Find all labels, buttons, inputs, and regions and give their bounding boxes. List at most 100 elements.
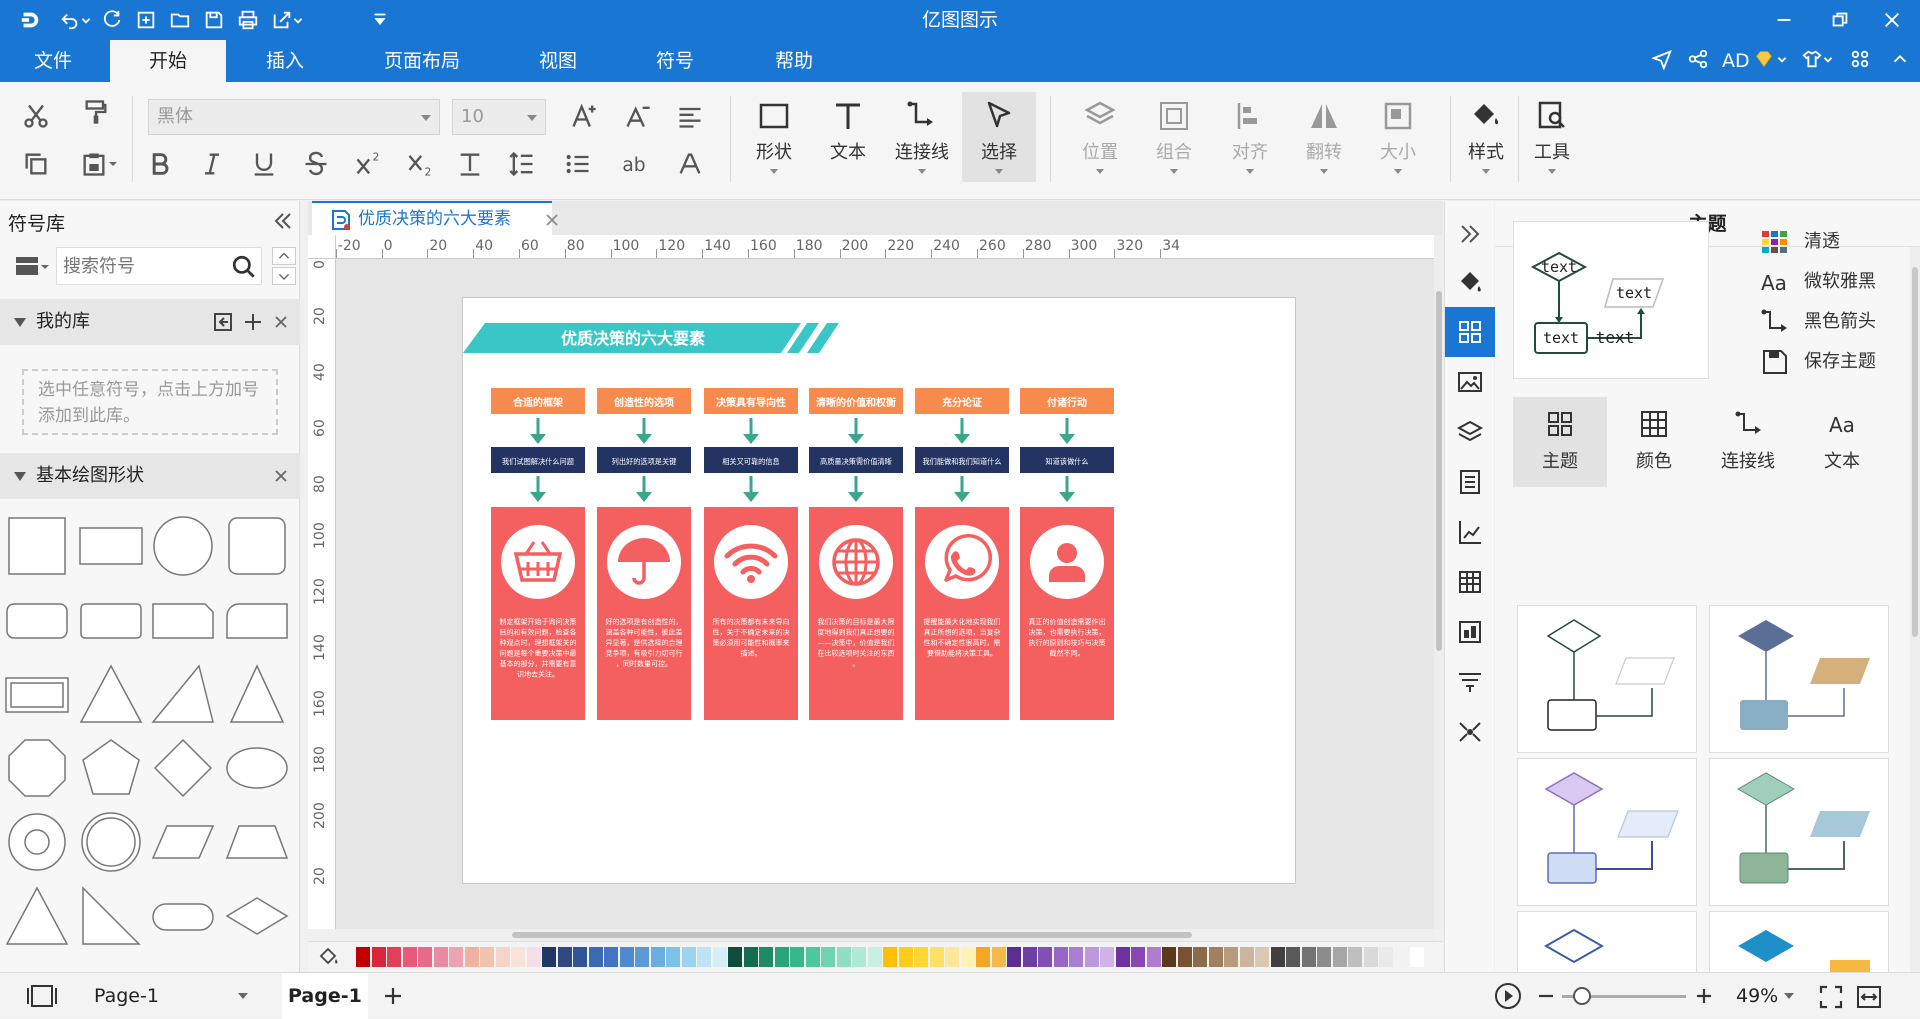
menu-help[interactable]: 帮助 xyxy=(748,40,840,82)
menu-file[interactable]: 文件 xyxy=(14,40,92,82)
color-swatch[interactable] xyxy=(1038,947,1052,967)
tab-connector[interactable]: 连接线 xyxy=(1701,397,1795,487)
color-swatch[interactable] xyxy=(1069,947,1083,967)
shape-circle[interactable] xyxy=(150,513,216,579)
user-dropdown-icon[interactable] xyxy=(1776,45,1788,73)
shape-double-rectangle[interactable] xyxy=(4,661,70,727)
theme-option-clear[interactable]: 清透 xyxy=(1760,225,1840,259)
expand-panel-icon[interactable] xyxy=(1445,209,1495,259)
shape-stadium[interactable] xyxy=(150,883,216,949)
user-name[interactable]: AD xyxy=(1722,40,1750,82)
color-swatch[interactable] xyxy=(1301,947,1316,967)
text-align-icon[interactable] xyxy=(672,98,708,134)
color-swatch[interactable] xyxy=(929,947,944,967)
collapse-ribbon-icon[interactable] xyxy=(1886,45,1914,73)
shape-double-circle[interactable] xyxy=(78,809,144,875)
color-swatch[interactable] xyxy=(402,947,417,967)
color-swatch[interactable] xyxy=(1146,947,1161,967)
chart-icon[interactable] xyxy=(1445,507,1495,557)
color-swatch[interactable] xyxy=(542,947,556,967)
theme-card-2[interactable] xyxy=(1709,605,1889,753)
shape-triangle-2[interactable] xyxy=(4,883,70,949)
undo-dropdown-icon[interactable] xyxy=(80,6,92,34)
page-view-icon[interactable] xyxy=(26,983,58,1009)
shape-rounded-rectangle-2[interactable] xyxy=(78,587,144,653)
strikethrough-icon[interactable] xyxy=(298,146,334,182)
menu-symbol[interactable]: 符号 xyxy=(630,40,720,82)
color-swatch[interactable] xyxy=(867,947,882,967)
color-swatch[interactable] xyxy=(728,947,742,967)
text-style-icon[interactable] xyxy=(452,146,488,182)
color-swatch[interactable] xyxy=(759,947,773,967)
tab-color[interactable]: 颜色 xyxy=(1607,397,1701,487)
data-icon[interactable] xyxy=(1445,607,1495,657)
color-swatch[interactable] xyxy=(1224,947,1238,967)
format-painter-icon[interactable] xyxy=(78,94,114,130)
color-swatch[interactable] xyxy=(743,947,758,967)
color-swatch[interactable] xyxy=(666,947,680,967)
select-tool-button[interactable]: 选择 xyxy=(962,92,1036,182)
theme-panel-scroll-thumb[interactable] xyxy=(1912,267,1918,637)
color-swatch[interactable] xyxy=(464,947,479,967)
close-window-icon[interactable] xyxy=(1878,6,1906,34)
color-swatch[interactable] xyxy=(852,947,866,967)
style-button[interactable]: 样式 xyxy=(1454,92,1518,182)
color-swatch[interactable] xyxy=(960,947,975,967)
color-swatch[interactable] xyxy=(1022,947,1037,967)
color-swatch[interactable] xyxy=(1131,947,1145,967)
vip-diamond-icon[interactable] xyxy=(1750,45,1778,73)
color-swatch[interactable] xyxy=(1255,947,1269,967)
scroll-up-icon[interactable] xyxy=(272,247,296,265)
shape-isosceles-triangle[interactable] xyxy=(224,661,290,727)
layers-icon[interactable] xyxy=(1445,407,1495,457)
shape-parallelogram[interactable] xyxy=(150,809,216,875)
add-page-icon[interactable] xyxy=(382,985,404,1007)
vertical-scrollbar[interactable] xyxy=(1434,235,1444,929)
tab-theme[interactable]: 主题 xyxy=(1513,397,1607,487)
apps-grid-icon[interactable] xyxy=(1846,45,1874,73)
color-swatch[interactable] xyxy=(883,947,897,967)
import-icon[interactable] xyxy=(212,311,234,333)
zoom-level[interactable]: 49% xyxy=(1736,973,1778,1019)
size-button[interactable]: 大小 xyxy=(1366,92,1430,182)
page-selector[interactable]: Page-1 xyxy=(94,973,159,1019)
shape-right-triangle[interactable] xyxy=(78,883,144,949)
app-logo-icon[interactable] xyxy=(16,6,44,34)
color-swatch[interactable] xyxy=(697,947,711,967)
color-swatch[interactable] xyxy=(1363,947,1378,967)
diagram-page[interactable]: 优质决策的六大要素 合适的框架 我们试图解决什么问题 制定框架开始于询问决策目的和有… xyxy=(462,297,1296,884)
color-swatch[interactable] xyxy=(1286,947,1300,967)
open-folder-icon[interactable] xyxy=(166,6,194,34)
tools-button[interactable]: 工具 xyxy=(1520,92,1584,182)
color-swatch[interactable] xyxy=(805,947,820,967)
underline-icon[interactable] xyxy=(246,146,282,182)
color-swatch[interactable] xyxy=(991,947,1006,967)
color-swatch[interactable] xyxy=(635,947,649,967)
increase-font-icon[interactable] xyxy=(566,98,602,134)
shape-rounded-square[interactable] xyxy=(224,513,290,579)
shape-right-slant-triangle[interactable] xyxy=(150,661,216,727)
close-tab-icon[interactable] xyxy=(544,212,560,228)
collapse-panel-icon[interactable] xyxy=(270,209,294,233)
library-menu-icon[interactable] xyxy=(14,251,50,281)
color-swatch[interactable] xyxy=(588,947,603,967)
shape-round-corner-rectangle[interactable] xyxy=(224,587,290,653)
color-swatch[interactable] xyxy=(650,947,665,967)
line-spacing-icon[interactable] xyxy=(504,146,540,182)
table-icon[interactable] xyxy=(1445,557,1495,607)
menu-view[interactable]: 视图 xyxy=(510,40,606,82)
color-swatch[interactable] xyxy=(1317,947,1331,967)
presentation-icon[interactable] xyxy=(1445,657,1495,707)
color-swatch[interactable] xyxy=(1270,947,1285,967)
color-swatch[interactable] xyxy=(387,947,401,967)
share-icon[interactable] xyxy=(1684,45,1712,73)
color-swatch[interactable] xyxy=(604,947,618,967)
title-banner[interactable]: 优质决策的六大要素 xyxy=(463,323,839,353)
color-swatch[interactable] xyxy=(573,947,587,967)
color-swatch[interactable] xyxy=(1007,947,1021,967)
theme-card-5[interactable] xyxy=(1517,911,1697,972)
color-swatch[interactable] xyxy=(1348,947,1362,967)
shape-flat-diamond[interactable] xyxy=(224,883,290,949)
drawing-canvas[interactable]: 优质决策的六大要素 合适的框架 我们试图解决什么问题 制定框架开始于询问决策目的和有… xyxy=(336,259,1434,929)
redo-icon[interactable] xyxy=(98,6,126,34)
